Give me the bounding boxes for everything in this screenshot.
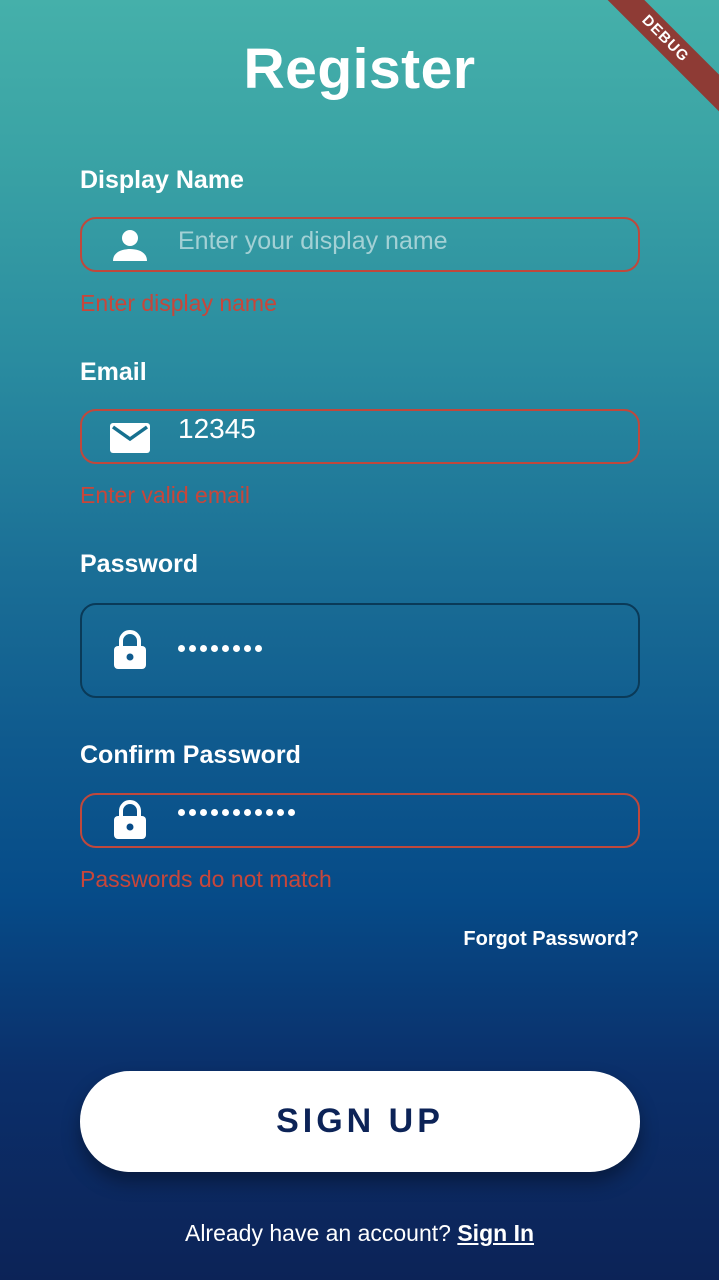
mask-dot	[244, 809, 251, 816]
lock-icon	[110, 799, 150, 839]
email-error: Enter valid email	[80, 482, 251, 508]
email-value: 12345	[178, 413, 256, 444]
display-name-placeholder: Enter your display name	[178, 227, 448, 255]
mask-dot	[189, 645, 196, 652]
lock-icon	[110, 629, 150, 669]
person-icon	[110, 225, 150, 265]
mask-dot	[178, 809, 185, 816]
page-title: Register	[243, 37, 476, 101]
sign-in-link[interactable]: Sign In	[457, 1220, 534, 1246]
forgot-password-link[interactable]: Forgot Password?	[463, 928, 639, 951]
footer-prompt: Already have an account?	[184, 1220, 451, 1246]
mask-dot	[277, 809, 284, 816]
mask-dot	[189, 809, 196, 816]
mask-dot	[233, 809, 240, 816]
mask-dot	[288, 809, 295, 816]
display-name-field[interactable]: Enter your display name	[80, 217, 640, 272]
footer: Already have an account? Sign In	[0, 1220, 719, 1247]
mask-dot	[222, 645, 229, 652]
mask-dot	[222, 809, 229, 816]
mask-dot	[255, 809, 262, 816]
mask-dot	[244, 645, 251, 652]
display-name-error: Enter display name	[80, 290, 277, 316]
email-field[interactable]: 12345	[80, 409, 640, 464]
email-label: Email	[80, 358, 147, 386]
mask-dot	[211, 645, 218, 652]
mask-dot	[200, 809, 207, 816]
password-masked-value	[178, 645, 262, 652]
sign-up-button[interactable]: SIGN UP	[80, 1071, 640, 1172]
mask-dot	[200, 645, 207, 652]
confirm-password-field[interactable]	[80, 793, 640, 848]
mask-dot	[211, 809, 218, 816]
password-field[interactable]	[80, 603, 640, 698]
mask-dot	[255, 645, 262, 652]
password-label: Password	[80, 550, 199, 578]
mail-icon	[110, 417, 150, 457]
mask-dot	[233, 645, 240, 652]
display-name-label: Display Name	[80, 166, 244, 194]
confirm-password-masked-value	[178, 809, 295, 816]
mask-dot	[178, 645, 185, 652]
mask-dot	[266, 809, 273, 816]
confirm-password-error: Passwords do not match	[80, 866, 332, 892]
register-screen: DEBUG Register Display Name Enter your d…	[0, 0, 719, 1280]
confirm-password-label: Confirm Password	[80, 741, 301, 769]
